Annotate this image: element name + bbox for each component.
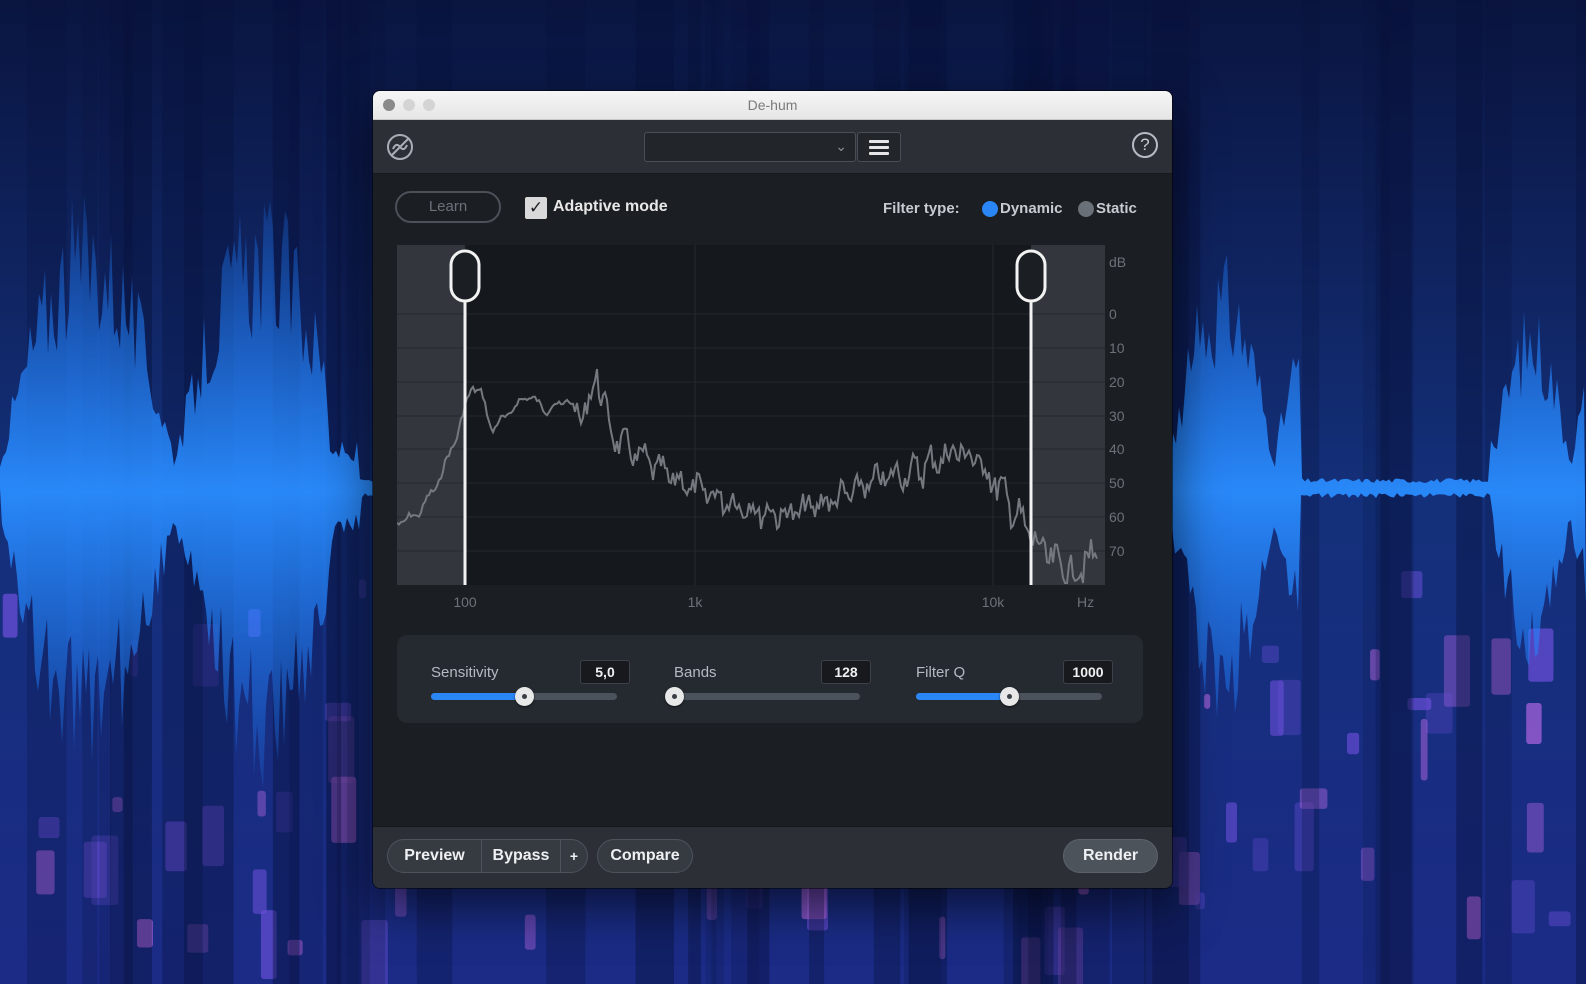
filter-dynamic-radio[interactable] [982,201,998,217]
sensitivity-slider[interactable] [431,687,617,706]
hz-tick-label: 1k [688,594,704,610]
bands-slider-thumb[interactable] [665,687,684,706]
bypass-options-button[interactable]: + [560,839,588,873]
db-tick-label: 20 [1109,374,1125,390]
hz-tick-label: 100 [453,594,477,610]
hz-unit-label: Hz [1077,594,1094,610]
db-tick-label: 10 [1109,340,1125,356]
bands-value-field[interactable]: 128 [821,660,871,684]
toolbar: ⌄ ? [373,120,1172,174]
help-icon[interactable]: ? [1132,132,1158,158]
preset-menu-button[interactable] [857,132,901,162]
adaptive-mode-checkbox[interactable]: ✓ [525,197,547,219]
window-title: De-hum [747,97,798,113]
filter-static-label[interactable]: Static [1096,200,1137,217]
sensitivity-slider-thumb[interactable] [515,687,534,706]
filter-q-value-field[interactable]: 1000 [1063,660,1113,684]
spectrum-display[interactable]: dB 0 10 20 30 40 50 60 70 100 1k 10k Hz [397,245,1143,615]
filter-static-radio[interactable] [1078,201,1094,217]
render-button[interactable]: Render [1063,839,1158,873]
db-tick-label: 0 [1109,306,1117,322]
bottom-bar: Preview Bypass + Compare Render [373,826,1172,888]
de-hum-logo-icon[interactable] [385,132,415,162]
db-tick-label: 40 [1109,441,1125,457]
filter-q-slider[interactable] [916,687,1102,706]
filter-q-label: Filter Q [916,664,966,681]
adaptive-mode-label: Adaptive mode [553,198,668,215]
db-tick-label: 50 [1109,475,1125,491]
chevron-down-icon: ⌄ [835,138,847,154]
db-unit-label: dB [1109,254,1126,270]
learn-button[interactable]: Learn [395,191,501,223]
bypass-button[interactable]: Bypass [481,839,561,873]
filter-dynamic-label[interactable]: Dynamic [1000,200,1063,217]
sensitivity-slider-fill [431,693,524,700]
bands-slider[interactable] [665,687,860,706]
sensitivity-label: Sensitivity [431,664,499,681]
compare-button[interactable]: Compare [597,839,693,873]
db-tick-label: 30 [1109,408,1125,424]
sensitivity-value-field[interactable]: 5,0 [580,660,630,684]
title-bar: De-hum [373,91,1172,120]
preset-dropdown[interactable]: ⌄ [644,132,856,162]
filter-type-label: Filter type: [883,200,960,217]
hz-tick-label: 10k [982,594,1006,610]
db-tick-label: 70 [1109,543,1125,559]
bands-label: Bands [674,664,717,681]
controls-panel: Sensitivity 5,0 Bands 128 Filter Q 1000 [397,635,1143,723]
db-tick-label: 60 [1109,509,1125,525]
filter-q-slider-fill [916,693,1009,700]
de-hum-window: De-hum ⌄ ? Learn ✓ Adaptive mode Filter … [373,91,1172,888]
preview-button[interactable]: Preview [387,839,482,873]
filter-q-slider-thumb[interactable] [1000,687,1019,706]
